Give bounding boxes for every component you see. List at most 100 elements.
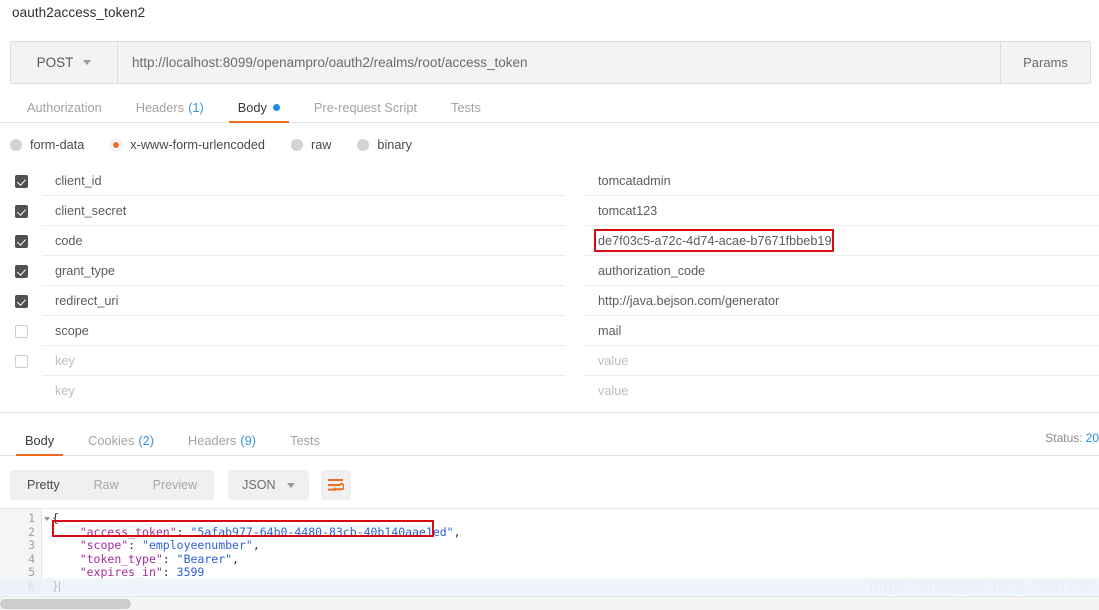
column-gap [565,256,585,286]
param-enabled-checkbox[interactable] [14,264,28,278]
param-value-text: value [598,384,629,398]
tab-pre-request-script[interactable]: Pre-request Script [297,92,434,122]
body-type-label: binary [377,138,412,152]
param-value-text: tomcatadmin [598,173,671,188]
param-checkbox-cell [0,286,42,316]
param-enabled-checkbox[interactable] [14,354,28,368]
tab-label: Pre-request Script [313,99,418,115]
param-key-text: grant_type [55,263,115,278]
url-input[interactable]: http://localhost:8099/openampro/oauth2/r… [118,42,1001,83]
column-gap [565,316,585,346]
scrollbar-thumb[interactable] [0,599,131,609]
response-tab-label: Body [25,432,55,448]
param-key-text: client_id [55,173,102,188]
response-tab-count: (9) [240,432,257,448]
param-value-cell[interactable]: de7f03c5-a72c-4d74-acae-b7671fbbeb19 [585,226,1099,256]
param-value-cell[interactable]: value [585,346,1099,376]
param-value-text: http://java.bejson.com/generator [598,293,780,308]
param-value-text: de7f03c5-a72c-4d74-acae-b7671fbbeb19 [598,233,832,248]
param-key-text: key [55,384,75,398]
response-format-selector[interactable]: JSON [228,470,310,500]
param-key-cell[interactable]: code [42,226,565,256]
param-value-cell[interactable]: tomcat123 [585,196,1099,226]
body-type-radio-binary[interactable]: binary [357,138,412,152]
radio-icon [290,139,303,151]
param-key-text: scope [55,323,89,338]
column-gap [565,346,585,376]
param-checkbox-cell [0,316,42,346]
table-row: client_id tomcatadmin [0,166,1099,196]
tab-authorization[interactable]: Authorization [10,92,119,122]
param-key-cell[interactable]: grant_type [42,256,565,286]
param-value-cell[interactable]: mail [585,316,1099,346]
body-type-radio-x-www-form-urlencoded[interactable]: x-www-form-urlencoded [110,138,265,152]
response-tab-tests[interactable]: Tests [273,425,337,455]
param-value-cell[interactable]: value [585,376,1099,406]
body-type-radio-raw[interactable]: raw [290,138,332,152]
response-tab-label: Tests [290,432,320,448]
response-tab-label: Cookies [88,432,135,448]
param-key-cell[interactable]: key [42,346,565,376]
param-key-text: key [55,353,75,368]
body-type-label: raw [310,138,332,152]
table-row: client_secret tomcat123 [0,196,1099,226]
table-row: scope mail [0,316,1099,346]
response-format-label: JSON [242,478,276,492]
radio-icon [10,139,22,151]
param-value-cell[interactable]: authorization_code [585,256,1099,286]
param-key-cell[interactable]: client_id [42,166,565,196]
response-tab-body[interactable]: Body [8,425,71,456]
word-wrap-button[interactable] [321,470,352,500]
param-key-cell[interactable]: scope [42,316,565,346]
code-line: { [52,511,59,525]
param-value-text: tomcat123 [598,203,658,218]
response-tab-headers[interactable]: Headers (9) [171,425,273,455]
tab-label: Authorization [27,99,102,115]
response-tab-cookies[interactable]: Cookies (2) [71,425,171,455]
param-enabled-checkbox[interactable] [14,324,28,338]
tab-count: (1) [188,99,204,115]
view-mode-raw[interactable]: Raw [77,470,136,500]
view-mode-preview[interactable]: Preview [136,470,214,500]
status-code: 20 [1085,431,1099,445]
tab-tests[interactable]: Tests [434,92,498,122]
tab-label: Body [237,99,267,115]
param-key-text: client_secret [55,203,127,218]
postman-window: oauth2access_token2 POST http://localhos… [0,0,1099,610]
param-key-text: redirect_uri [55,293,119,308]
params-button[interactable]: Params [1001,42,1090,83]
param-value-cell[interactable]: http://java.bejson.com/generator [585,286,1099,316]
table-row: key value [0,346,1099,376]
table-row: key value [0,376,1099,406]
param-enabled-checkbox[interactable] [14,174,28,188]
column-gap [565,376,585,406]
tab-headers[interactable]: Headers (1) [119,92,221,122]
param-checkbox-cell [0,346,42,376]
line-number: 4 [28,551,35,566]
line-number: 2 [28,524,35,539]
param-key-cell[interactable]: client_secret [42,196,565,226]
param-enabled-checkbox[interactable] [14,294,28,308]
param-value-text: value [598,353,629,368]
view-mode-pretty[interactable]: Pretty [10,470,77,500]
line-number: 3 [28,538,35,553]
param-enabled-checkbox[interactable] [14,204,28,218]
param-value-cell[interactable]: tomcatadmin [585,166,1099,196]
body-type-radio-form-data[interactable]: form-data [10,138,84,152]
tab-body[interactable]: Body [221,92,297,123]
radio-icon [357,139,370,151]
param-checkbox-cell [0,376,42,406]
code-line: "access_token": "5afab977-64b0-4480-83cb… [79,524,461,539]
word-wrap-icon [328,478,345,491]
param-key-text: code [55,233,83,248]
http-method-selector[interactable]: POST [11,42,118,83]
param-key-cell[interactable]: redirect_uri [42,286,565,316]
param-key-cell[interactable]: key [42,376,565,406]
params-table: client_id tomcatadmin client_secret tomcat1… [0,166,1099,406]
watermark-band [0,578,1099,596]
horizontal-scrollbar[interactable] [0,596,1099,610]
param-enabled-checkbox[interactable] [14,234,28,248]
status-badge: Status: 20 [1045,431,1099,445]
chevron-down-icon [287,482,296,488]
body-type-label: form-data [30,138,85,152]
